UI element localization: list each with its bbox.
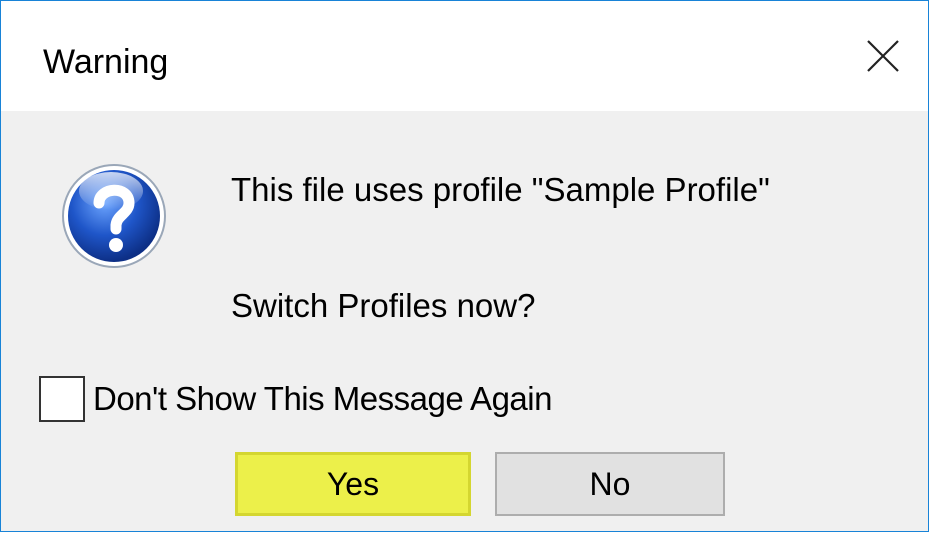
no-button[interactable]: No <box>495 452 725 516</box>
warning-dialog: Warning This file uses profile "Sample P… <box>0 0 929 532</box>
message-line-1: This file uses profile "Sample Profile" <box>231 171 770 208</box>
message-line-2: Switch Profiles now? <box>231 287 536 324</box>
close-button[interactable] <box>838 1 928 111</box>
question-icon <box>62 164 166 268</box>
yes-button[interactable]: Yes <box>235 452 471 516</box>
dont-show-again-checkbox[interactable] <box>39 376 85 422</box>
title-bar[interactable]: Warning <box>1 1 928 111</box>
dialog-title: Warning <box>43 43 169 81</box>
close-icon <box>867 40 899 72</box>
dont-show-again-label[interactable]: Don't Show This Message Again <box>93 380 552 418</box>
dont-show-again-row[interactable]: Don't Show This Message Again <box>39 376 552 422</box>
